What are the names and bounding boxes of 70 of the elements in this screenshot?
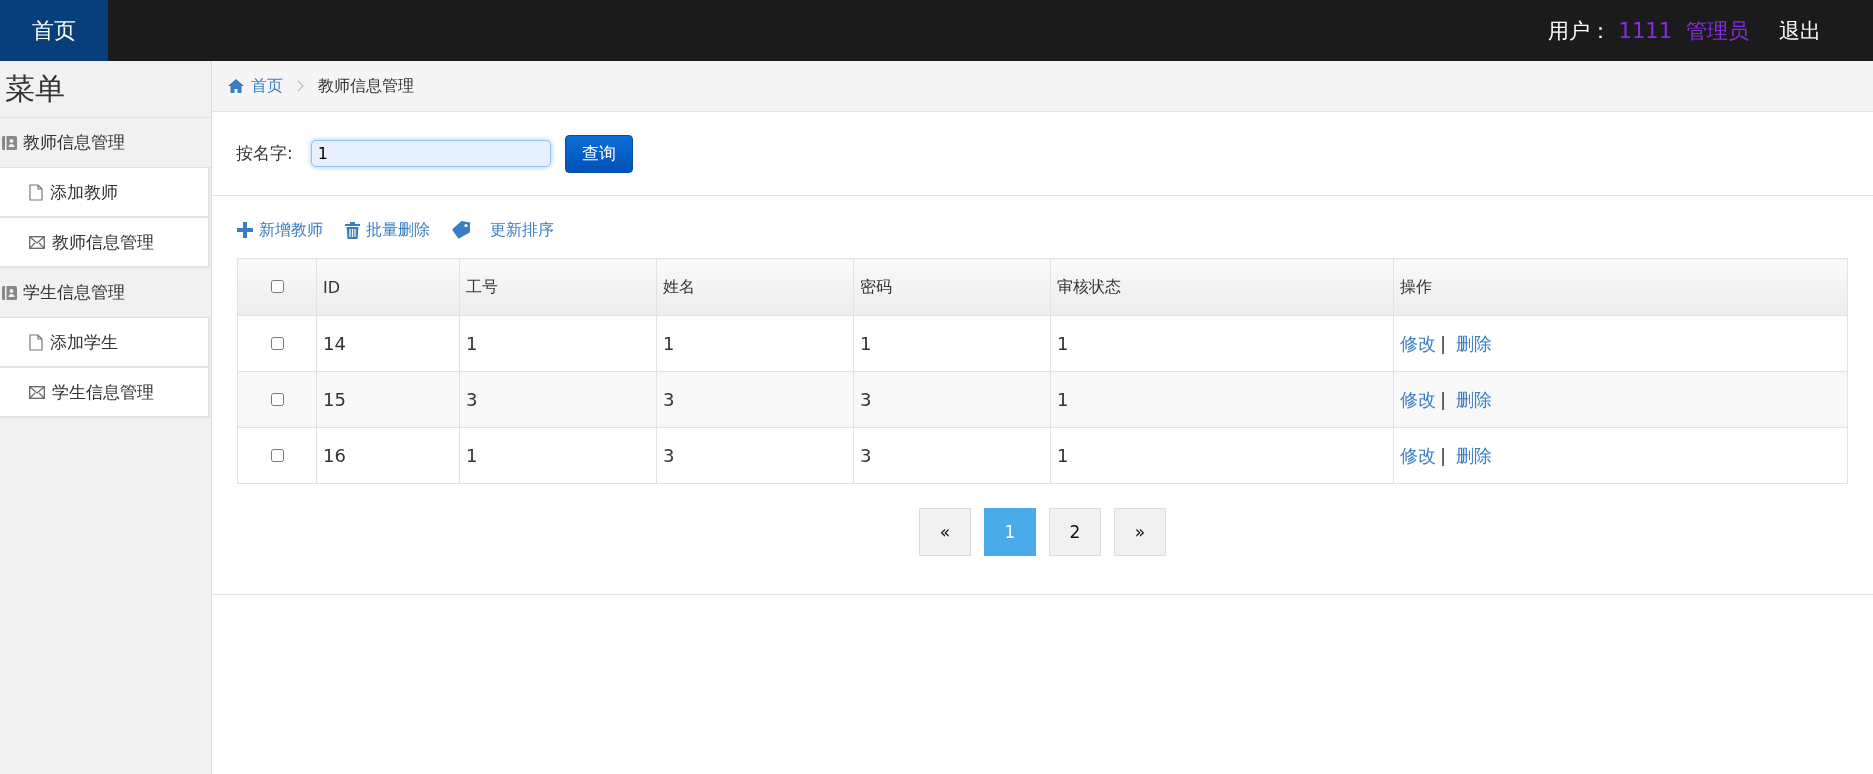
- tag-icon: [452, 221, 470, 239]
- delete-link[interactable]: 删除: [1456, 444, 1493, 466]
- envelope-icon: [29, 385, 45, 399]
- edit-link[interactable]: 修改: [1400, 388, 1436, 410]
- row-checkbox[interactable]: [270, 337, 284, 350]
- table-cell: 1: [1057, 445, 1069, 466]
- row-checkbox[interactable]: [270, 449, 284, 462]
- logout-link[interactable]: 退出: [1779, 16, 1821, 45]
- column-header: 审核状态: [1057, 276, 1121, 296]
- column-header: ID: [323, 277, 341, 297]
- page-button[interactable]: 2: [1049, 508, 1101, 556]
- name-search-field[interactable]: 1: [310, 140, 551, 167]
- action-separator: |: [1440, 444, 1447, 466]
- edit-link[interactable]: 修改: [1400, 332, 1436, 354]
- toolbar-link[interactable]: 批量删除: [345, 219, 430, 241]
- breadcrumb-current: 教师信息管理: [318, 75, 414, 97]
- home-icon: [227, 78, 245, 94]
- menu-item[interactable]: 教师信息管理: [0, 218, 210, 268]
- table-cell: 15: [323, 389, 346, 410]
- column-header: 工号: [466, 276, 498, 296]
- trash-icon: [345, 221, 360, 239]
- page-button[interactable]: »: [1114, 508, 1166, 556]
- menu-item-label: 添加学生: [50, 330, 118, 354]
- select-all-checkbox[interactable]: [270, 279, 284, 293]
- search-label: 按名字:: [236, 142, 293, 165]
- delete-link[interactable]: 删除: [1456, 332, 1493, 354]
- table-cell: 14: [323, 333, 346, 354]
- plus-icon: [237, 222, 253, 238]
- breadcrumb-link[interactable]: 首页: [251, 75, 283, 97]
- table-cell: 3: [860, 445, 872, 466]
- toolbar-link[interactable]: 新增教师: [237, 219, 323, 241]
- table-cell: 1: [1057, 389, 1069, 410]
- table-cell: 3: [466, 389, 478, 410]
- menu-item-label: 教师信息管理: [52, 230, 154, 254]
- user-label: 用户：: [1547, 17, 1611, 45]
- menu-group-label: 学生信息管理: [23, 281, 125, 304]
- edit-link[interactable]: 修改: [1400, 444, 1436, 466]
- chevron-icon: [297, 80, 304, 92]
- page-button[interactable]: «: [919, 508, 971, 556]
- action-separator: |: [1440, 332, 1447, 354]
- delete-link[interactable]: 删除: [1456, 388, 1493, 410]
- menu-item[interactable]: 添加学生: [0, 318, 210, 368]
- column-header: 密码: [860, 276, 892, 296]
- table-cell: 1: [466, 333, 478, 354]
- query-button[interactable]: 查询: [564, 134, 633, 173]
- table-cell: 1: [860, 333, 872, 354]
- menu-group-label: 教师信息管理: [23, 131, 125, 154]
- menu-title: 菜单: [0, 61, 211, 118]
- column-header: 姓名: [663, 276, 695, 296]
- table-cell: 1: [1057, 333, 1069, 354]
- row-checkbox[interactable]: [270, 393, 284, 406]
- user-id: 1111: [1618, 18, 1672, 43]
- home-link[interactable]: 首页: [0, 0, 108, 61]
- action-separator: |: [1440, 388, 1447, 410]
- file-icon: [29, 183, 43, 201]
- table-cell: 1: [663, 333, 675, 354]
- table-cell: 3: [860, 389, 872, 410]
- menu-item[interactable]: 学生信息管理: [0, 368, 210, 418]
- file-icon: [29, 333, 43, 351]
- menu-item[interactable]: 添加教师: [0, 168, 210, 218]
- table-cell: 3: [663, 389, 675, 410]
- column-header: 操作: [1400, 276, 1432, 296]
- table-cell: 3: [663, 445, 675, 466]
- menu-item-label: 添加教师: [50, 180, 118, 204]
- envelope-icon: [29, 235, 45, 249]
- menu-item-label: 学生信息管理: [52, 380, 154, 404]
- table-cell: 16: [323, 445, 346, 466]
- table-cell: 1: [466, 445, 478, 466]
- user-role: 管理员: [1686, 17, 1749, 45]
- toolbar-link[interactable]: 更新排序: [452, 219, 554, 241]
